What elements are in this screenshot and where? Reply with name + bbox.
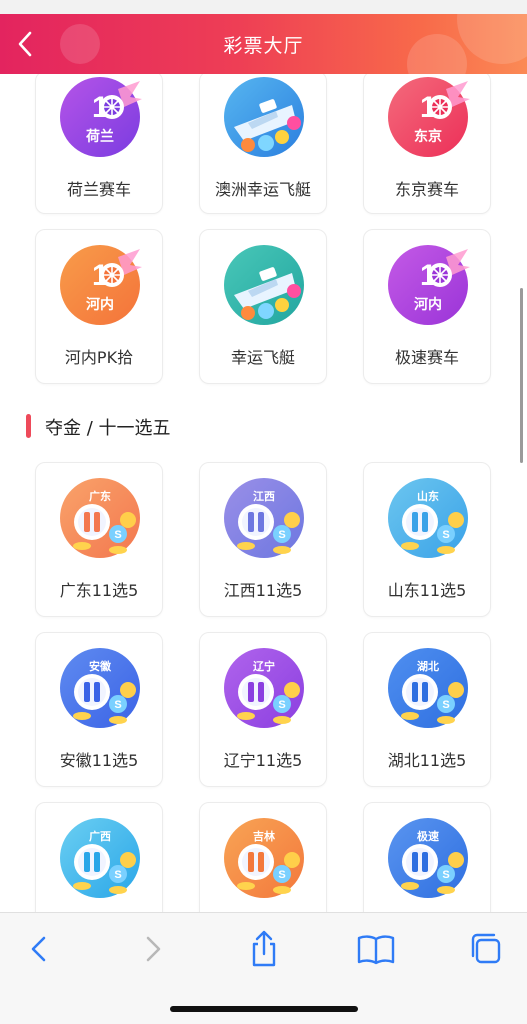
- svg-text:河内: 河内: [414, 296, 442, 313]
- book-icon: [357, 935, 395, 965]
- game-card[interactable]: 1 荷兰 荷兰赛车: [35, 74, 163, 214]
- app-header: 彩票大厅: [0, 14, 527, 74]
- page-title: 彩票大厅: [223, 35, 304, 57]
- tabs-button[interactable]: [466, 929, 506, 969]
- share-icon: [252, 930, 276, 967]
- game-card[interactable]: 1 河内 极速赛车: [363, 229, 491, 384]
- racing-logo-icon: 1 东京: [386, 75, 470, 159]
- boat-logo-icon: [222, 243, 306, 327]
- game-card[interactable]: 幸运飞艇: [199, 229, 327, 384]
- tabs-icon: [471, 933, 501, 964]
- game-name: 广东11选5: [59, 581, 139, 600]
- game-name: 澳洲幸运飞艇: [214, 180, 311, 199]
- game-card[interactable]: S 极速: [363, 802, 491, 912]
- svg-text:江西: 江西: [253, 489, 275, 503]
- game-card[interactable]: S 安徽 安徽11选5: [35, 632, 163, 787]
- game-name: 山东11选5: [387, 581, 467, 600]
- game-card[interactable]: S 山东 山东11选5: [363, 462, 491, 617]
- game-name: 安徽11选5: [59, 751, 139, 770]
- game-name: 湖北11选5: [387, 751, 467, 770]
- game-card[interactable]: S 吉林: [199, 802, 327, 912]
- svg-text:安徽: 安徽: [89, 659, 112, 673]
- game-name: 极速赛车: [394, 348, 459, 367]
- svg-text:辽宁: 辽宁: [253, 659, 275, 673]
- browser-forward-button[interactable]: [132, 929, 172, 969]
- svg-text:广东: 广东: [89, 489, 111, 503]
- svg-text:广西: 广西: [89, 829, 111, 843]
- svg-text:S: S: [442, 869, 449, 881]
- lottery-ball-icon: S 广西: [58, 816, 142, 900]
- share-button[interactable]: [244, 929, 284, 969]
- svg-text:S: S: [278, 529, 285, 541]
- svg-text:S: S: [442, 699, 449, 711]
- lottery-ball-icon: S 广东: [58, 476, 142, 560]
- game-card[interactable]: S 辽宁 辽宁11选5: [199, 632, 327, 787]
- svg-text:山东: 山东: [417, 489, 439, 503]
- svg-text:S: S: [442, 529, 449, 541]
- game-card[interactable]: 澳洲幸运飞艇: [199, 74, 327, 214]
- game-name: 幸运飞艇: [230, 348, 295, 367]
- lottery-ball-icon: S 吉林: [222, 816, 306, 900]
- boat-logo-icon: [222, 75, 306, 159]
- browser-back-button[interactable]: [20, 929, 60, 969]
- svg-text:S: S: [114, 529, 121, 541]
- status-bar: [0, 0, 527, 14]
- bookmarks-button[interactable]: [356, 929, 396, 969]
- game-name: 江西11选5: [223, 581, 303, 600]
- racing-logo-icon: 1 河内: [386, 243, 470, 327]
- scrollbar[interactable]: [520, 288, 523, 463]
- game-name: 东京赛车: [394, 180, 459, 199]
- svg-text:荷兰: 荷兰: [85, 128, 114, 145]
- home-indicator: [170, 1006, 358, 1012]
- game-name: 辽宁11选5: [223, 751, 303, 770]
- svg-text:S: S: [278, 699, 285, 711]
- game-card[interactable]: S 江西 江西11选5: [199, 462, 327, 617]
- game-card[interactable]: S 广西: [35, 802, 163, 912]
- svg-text:S: S: [278, 869, 285, 881]
- section-title: 夺金 / 十一选五: [45, 418, 171, 439]
- game-card[interactable]: 1 东京 东京赛车: [363, 74, 491, 214]
- game-grid-racing: 1 荷兰 荷兰赛车 澳洲幸运飞艇 1 东京 东京: [35, 74, 491, 384]
- lottery-ball-icon: S 湖北: [386, 646, 470, 730]
- racing-logo-icon: 1 河内: [58, 243, 142, 327]
- game-grid-11x5: S 广东 广东11选5 S 江西 江西11选5 S 山东 山东11选5 S 安徽…: [35, 462, 491, 912]
- section-accent-bar: [26, 414, 31, 438]
- lottery-list[interactable]: 1 荷兰 荷兰赛车 澳洲幸运飞艇 1 东京 东京: [0, 74, 527, 912]
- game-name: 河内PK拾: [64, 348, 134, 367]
- lottery-ball-icon: S 江西: [222, 476, 306, 560]
- svg-text:湖北: 湖北: [417, 659, 439, 673]
- svg-text:吉林: 吉林: [253, 829, 275, 843]
- game-card[interactable]: 1 河内 河内PK拾: [35, 229, 163, 384]
- svg-text:东京: 东京: [414, 128, 442, 145]
- racing-logo-icon: 1 荷兰: [58, 75, 142, 159]
- lottery-ball-icon: S 安徽: [58, 646, 142, 730]
- lottery-ball-icon: S 辽宁: [222, 646, 306, 730]
- svg-text:极速: 极速: [417, 829, 439, 843]
- svg-text:河内: 河内: [86, 296, 114, 313]
- chevron-right-icon: [146, 936, 161, 962]
- lottery-ball-icon: S 山东: [386, 476, 470, 560]
- chevron-left-icon: [31, 936, 46, 962]
- lottery-ball-icon: S 极速: [386, 816, 470, 900]
- game-name: 荷兰赛车: [66, 180, 131, 199]
- game-card[interactable]: S 广东 广东11选5: [35, 462, 163, 617]
- game-card[interactable]: S 湖北 湖北11选5: [363, 632, 491, 787]
- svg-text:S: S: [114, 869, 121, 881]
- svg-text:S: S: [114, 699, 121, 711]
- browser-toolbar: [0, 912, 527, 1024]
